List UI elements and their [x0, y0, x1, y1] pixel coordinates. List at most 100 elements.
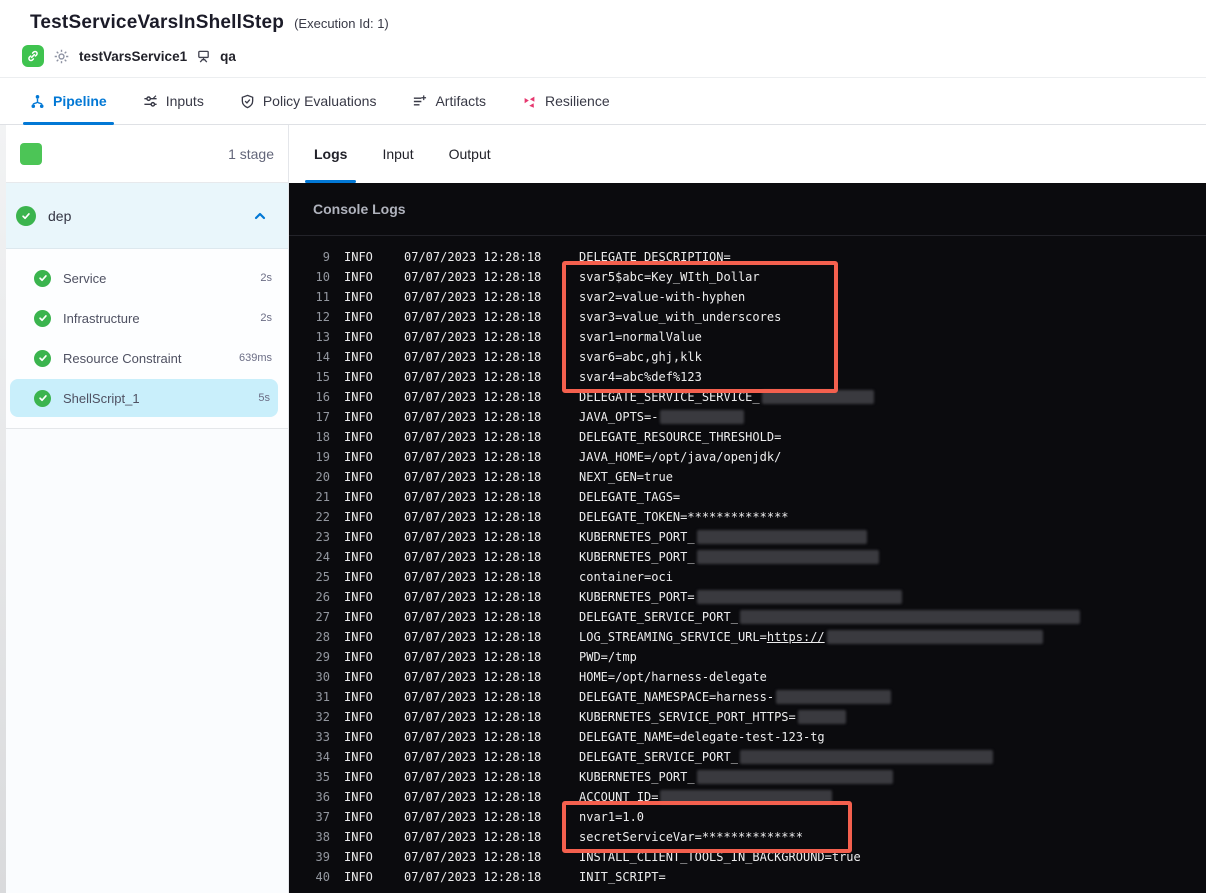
service-link-icon [22, 45, 44, 67]
log-timestamp: 07/07/2023 12:28:18 [404, 730, 542, 744]
log-level: INFO [344, 810, 373, 824]
log-message: DELEGATE_SERVICE_SERVICE_ [579, 390, 1206, 404]
log-text: DELEGATE_NAMESPACE=harness- [579, 690, 775, 704]
log-text: KUBERNETES_PORT_ [579, 550, 695, 564]
log-level: INFO [344, 750, 373, 764]
step-details-panel: Logs Input Output Console Logs 9 INFO 07/07/… [289, 125, 1206, 893]
stage-header: 1 stage [0, 125, 288, 183]
log-line-number: 13 [315, 330, 330, 344]
log-line-number: 33 [315, 730, 330, 744]
log-message: JAVA_OPTS=- [579, 410, 1206, 424]
log-line-number: 14 [315, 350, 330, 364]
log-message: secretServiceVar=************** [579, 830, 1206, 844]
log-message: INSTALL_CLIENT_TOOLS_IN_BACKGROUND=true [579, 850, 1206, 864]
log-row: 37 INFO 07/07/2023 12:28:18 nvar1=1.0 [289, 807, 1206, 827]
step-detail-tab-bar: Logs Input Output [289, 125, 1206, 183]
execution-sidebar: 1 stage dep Service 2s Infrastructure 2s Res… [0, 125, 289, 893]
log-level: INFO [344, 270, 373, 284]
log-level: INFO [344, 830, 373, 844]
log-timestamp: 07/07/2023 12:28:18 [404, 810, 542, 824]
log-level: INFO [344, 690, 373, 704]
log-message: KUBERNETES_PORT_ [579, 550, 1206, 564]
log-timestamp: 07/07/2023 12:28:18 [404, 510, 542, 524]
log-row: 10 INFO 07/07/2023 12:28:18 svar5$abc=Key_W… [289, 267, 1206, 287]
service-name[interactable]: testVarsService1 [79, 49, 187, 64]
tab-label: Inputs [165, 93, 204, 109]
step-duration: 2s [260, 272, 272, 284]
log-line-number: 25 [315, 570, 330, 584]
log-line-number: 26 [315, 590, 330, 604]
log-timestamp: 07/07/2023 12:28:18 [404, 570, 542, 584]
log-message: svar3=value_with_underscores [579, 310, 1206, 324]
redacted-text [826, 630, 1043, 644]
stage-status-square[interactable] [20, 142, 42, 165]
log-text: LOG_STREAMING_SERVICE_URL= [579, 630, 767, 644]
log-line-number: 21 [315, 490, 330, 504]
log-level: INFO [344, 710, 373, 724]
log-row: 22 INFO 07/07/2023 12:28:18 DELEGATE_TOKEN=… [289, 507, 1206, 527]
success-check-icon [34, 349, 51, 367]
log-row: 12 INFO 07/07/2023 12:28:18 svar3=value_wit… [289, 307, 1206, 327]
log-level: INFO [344, 850, 373, 864]
log-line-number: 18 [315, 430, 330, 444]
log-row: 11 INFO 07/07/2023 12:28:18 svar2=value-wit… [289, 287, 1206, 307]
main-tab-bar: Pipeline Inputs Policy Evaluations Artifact… [0, 77, 1206, 125]
log-row: 16 INFO 07/07/2023 12:28:18 DELEGATE_SERVIC… [289, 387, 1206, 407]
sidebar-empty-area [0, 429, 288, 893]
environment-name[interactable]: qa [220, 49, 236, 64]
log-message: KUBERNETES_SERVICE_PORT_HTTPS= [579, 710, 1206, 724]
log-link[interactable]: https:// [767, 630, 825, 644]
success-check-icon [34, 389, 51, 407]
log-timestamp: 07/07/2023 12:28:18 [404, 590, 542, 604]
log-text: DELEGATE_NAME=delegate-test-123-tg [579, 730, 825, 744]
log-level: INFO [344, 450, 373, 464]
redacted-text [797, 710, 846, 724]
tab-label: Artifacts [435, 93, 487, 109]
log-message: JAVA_HOME=/opt/java/openjdk/ [579, 450, 1206, 464]
tab-artifacts[interactable]: Artifacts [412, 78, 486, 124]
log-text: KUBERNETES_SERVICE_PORT_HTTPS= [579, 710, 796, 724]
log-line-number: 38 [315, 830, 330, 844]
log-tab-input[interactable]: Input [373, 125, 422, 183]
console: Console Logs 9 INFO 07/07/2023 12:28:18 DEL… [289, 183, 1206, 893]
step-label: Resource Constraint [63, 350, 182, 366]
log-text: DELEGATE_DESCRIPTION= [579, 250, 731, 264]
log-line-number: 27 [315, 610, 330, 624]
log-row: 39 INFO 07/07/2023 12:28:18 INSTALL_CLIENT_… [289, 847, 1206, 867]
log-line-number: 39 [315, 850, 330, 864]
tab-pipeline[interactable]: Pipeline [23, 78, 114, 125]
step-shellscript-1[interactable]: ShellScript_1 5s [10, 379, 278, 417]
tab-policy-evaluations[interactable]: Policy Evaluations [240, 78, 376, 124]
log-timestamp: 07/07/2023 12:28:18 [404, 850, 542, 864]
gear-icon [53, 48, 70, 65]
log-message: HOME=/opt/harness-delegate [579, 670, 1206, 684]
page-title: TestServiceVarsInShellStep [30, 12, 285, 33]
log-timestamp: 07/07/2023 12:28:18 [404, 450, 542, 464]
log-text: HOME=/opt/harness-delegate [579, 670, 767, 684]
log-message: DELEGATE_NAME=delegate-test-123-tg [579, 730, 1206, 744]
step-infrastructure[interactable]: Infrastructure 2s [0, 298, 288, 338]
log-message: DELEGATE_SERVICE_PORT_ [579, 750, 1206, 764]
log-timestamp: 07/07/2023 12:28:18 [404, 670, 542, 684]
log-level: INFO [344, 870, 373, 884]
log-level: INFO [344, 730, 373, 744]
step-resource-constraint[interactable]: Resource Constraint 639ms [0, 338, 288, 378]
step-service[interactable]: Service 2s [0, 258, 288, 298]
tab-label: Pipeline [53, 93, 107, 109]
log-line-number: 35 [315, 770, 330, 784]
log-level: INFO [344, 290, 373, 304]
log-tab-output[interactable]: Output [440, 125, 500, 183]
log-row: 34 INFO 07/07/2023 12:28:18 DELEGATE_SERVIC… [289, 747, 1206, 767]
log-message: NEXT_GEN=true [579, 470, 1206, 484]
stage-group-dep[interactable]: dep [0, 183, 288, 249]
tab-resilience[interactable]: Resilience [522, 78, 610, 124]
redacted-text [696, 770, 893, 784]
log-message: svar2=value-with-hyphen [579, 290, 1206, 304]
chevron-up-icon[interactable] [252, 208, 268, 224]
tab-inputs[interactable]: Inputs [143, 78, 204, 124]
log-message: DELEGATE_TOKEN=************** [579, 510, 1206, 524]
log-timestamp: 07/07/2023 12:28:18 [404, 750, 542, 764]
execution-header: TestServiceVarsInShellStep (Execution Id… [0, 0, 1206, 77]
log-message: DELEGATE_NAMESPACE=harness- [579, 690, 1206, 704]
log-tab-logs[interactable]: Logs [305, 125, 357, 183]
